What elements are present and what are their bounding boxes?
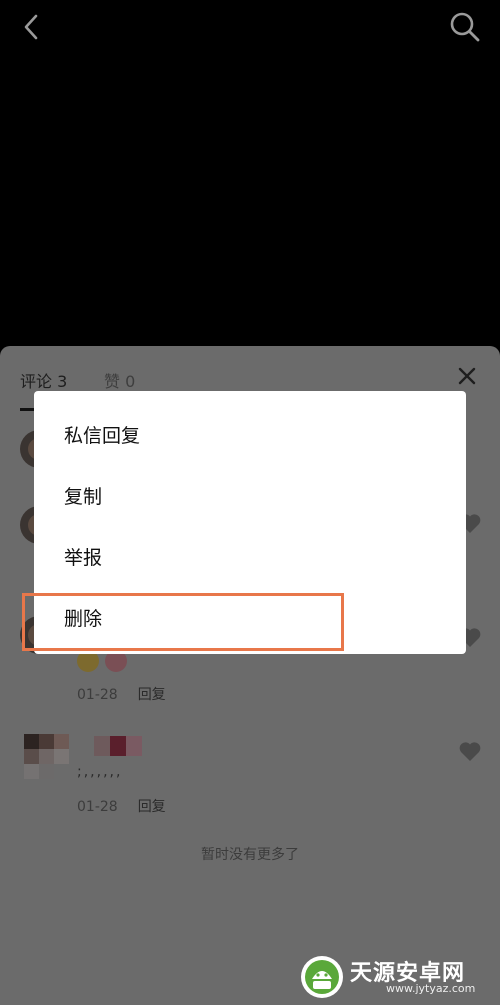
no-more-text: 暂时没有更多了 [201,847,299,863]
comment-date: 01-28 [77,799,118,815]
reply-link[interactable]: 回复 [138,687,166,703]
watermark-url: www.jytyaz.com [386,982,476,995]
menu-item-label: 举报 [64,547,103,569]
back-arrow-icon[interactable] [18,12,46,42]
username[interactable] [94,736,142,756]
menu-item-private-reply[interactable]: 私信回复 [34,405,466,461]
search-icon[interactable] [448,10,482,44]
comment-meta: 01-28 回复 [77,796,166,816]
like-heart-icon[interactable] [458,740,482,762]
comment-date: 01-28 [77,687,118,703]
active-tab-indicator [20,408,34,411]
highlight-box [22,593,344,651]
top-bar [0,0,500,56]
reply-link[interactable]: 回复 [138,799,166,815]
tab-likes[interactable]: 赞 0 [104,368,135,392]
comment-meta: 01-28 回复 [77,684,166,704]
comment-text: ;,,,,,, [77,764,123,780]
tab-comments[interactable]: 评论 3 [20,368,67,392]
menu-item-label: 私信回复 [64,425,141,447]
avatar[interactable] [24,734,70,780]
close-icon[interactable] [457,366,477,386]
menu-item-label: 复制 [64,486,103,508]
watermark: 天源安卓网 www.jytyaz.com [300,953,500,1003]
android-logo-icon [301,956,343,998]
menu-item-report[interactable]: 举报 [34,527,466,583]
video-area [0,56,500,346]
menu-item-copy[interactable]: 复制 [34,466,466,522]
